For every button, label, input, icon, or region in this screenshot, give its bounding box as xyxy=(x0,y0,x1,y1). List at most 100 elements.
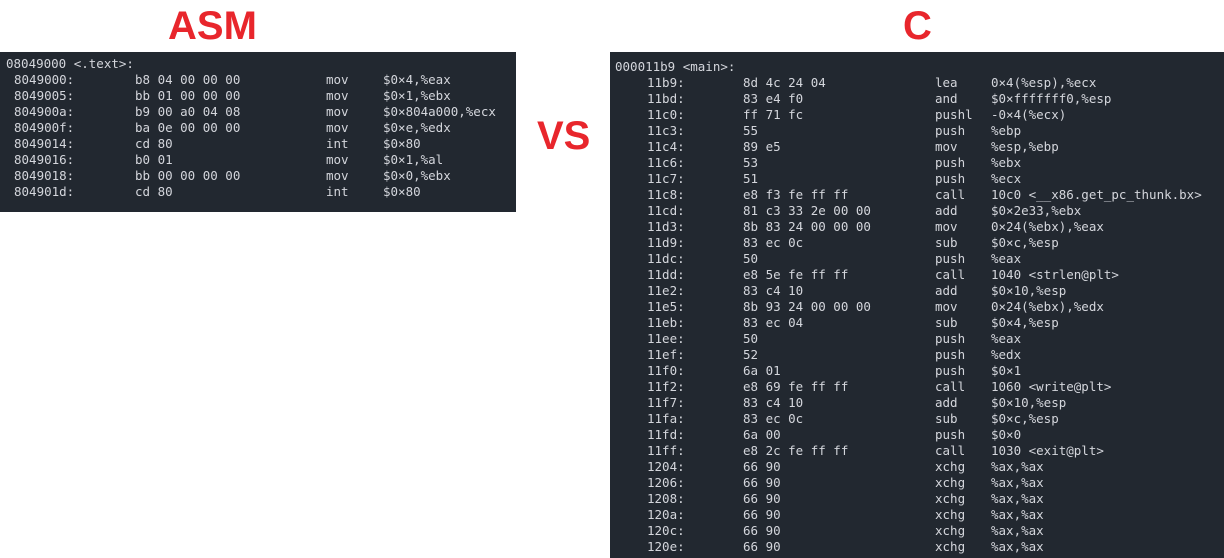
instruction-operands: 0×24(%ebx),%edx xyxy=(991,299,1104,314)
instruction-mnemonic: sub xyxy=(935,235,958,250)
instruction-row: 1206: 66 90 xchg %ax,%ax xyxy=(610,475,1224,491)
instruction-row: 804901d: cd 80 int $0×80 xyxy=(0,184,516,200)
instruction-mnemonic: mov xyxy=(935,299,958,314)
instruction-mnemonic: push xyxy=(935,251,966,266)
instruction-operands: 0×24(%ebx),%eax xyxy=(991,219,1104,234)
instruction-operands: $0×804a000,%ecx xyxy=(383,104,496,119)
instruction-address: 11ef: xyxy=(647,347,685,362)
instruction-bytes: 6a 00 xyxy=(743,427,781,442)
instruction-row: 11e5: 8b 93 24 00 00 00 mov 0×24(%ebx),%… xyxy=(610,299,1224,315)
instruction-mnemonic: int xyxy=(326,136,349,151)
instruction-bytes: bb 00 00 00 00 xyxy=(135,168,241,183)
instruction-bytes: ff 71 fc xyxy=(743,107,804,122)
instruction-operands: $0×0,%ebx xyxy=(383,168,451,183)
instruction-row: 11c0: ff 71 fc pushl -0×4(%ecx) xyxy=(610,107,1224,123)
instruction-row: 8049018: bb 00 00 00 00 mov $0×0,%ebx xyxy=(0,168,516,184)
instruction-row: 11f7: 83 c4 10 add $0×10,%esp xyxy=(610,395,1224,411)
instruction-operands: $0×c,%esp xyxy=(991,411,1059,426)
instruction-mnemonic: xchg xyxy=(935,507,966,522)
instruction-row: 11cd: 81 c3 33 2e 00 00 add $0×2e33,%ebx xyxy=(610,203,1224,219)
instruction-operands: 10c0 <__x86.get_pc_thunk.bx> xyxy=(991,187,1202,202)
instruction-bytes: 83 e4 f0 xyxy=(743,91,804,106)
instruction-row: 1208: 66 90 xchg %ax,%ax xyxy=(610,491,1224,507)
instruction-row: 11ef: 52 push %edx xyxy=(610,347,1224,363)
instruction-bytes: bb 01 00 00 00 xyxy=(135,88,241,103)
instruction-address: 11c0: xyxy=(647,107,685,122)
instruction-row: 8049005: bb 01 00 00 00 mov $0×1,%ebx xyxy=(0,88,516,104)
instruction-row: 8049000: b8 04 00 00 00 mov $0×4,%eax xyxy=(0,72,516,88)
instruction-operands: %ax,%ax xyxy=(991,539,1044,554)
instruction-bytes: 83 ec 0c xyxy=(743,235,804,250)
instruction-address: 11fd: xyxy=(647,427,685,442)
instruction-mnemonic: mov xyxy=(326,152,349,167)
instruction-address: 1206: xyxy=(647,475,685,490)
instruction-address: 804900f: xyxy=(14,120,75,135)
instruction-bytes: 89 e5 xyxy=(743,139,781,154)
instruction-mnemonic: add xyxy=(935,395,958,410)
c-heading: C xyxy=(903,4,932,48)
instruction-bytes: b9 00 a0 04 08 xyxy=(135,104,241,119)
instruction-address: 11e5: xyxy=(647,299,685,314)
instruction-operands: $0×10,%esp xyxy=(991,283,1067,298)
instruction-bytes: e8 69 fe ff ff xyxy=(743,379,849,394)
instruction-address: 8049016: xyxy=(14,152,75,167)
instruction-mnemonic: push xyxy=(935,363,966,378)
instruction-mnemonic: push xyxy=(935,171,966,186)
instruction-bytes: 83 ec 04 xyxy=(743,315,804,330)
instruction-operands: %ebp xyxy=(991,123,1022,138)
instruction-address: 11ff: xyxy=(647,443,685,458)
instruction-bytes: 66 90 xyxy=(743,507,781,522)
instruction-row: 120e: 66 90 xchg %ax,%ax xyxy=(610,539,1224,555)
instruction-bytes: e8 5e fe ff ff xyxy=(743,267,849,282)
asm-heading: ASM xyxy=(168,4,257,48)
instruction-operands: $0×fffffff0,%esp xyxy=(991,91,1112,106)
instruction-bytes: 50 xyxy=(743,331,759,346)
instruction-address: 11c7: xyxy=(647,171,685,186)
instruction-address: 11eb: xyxy=(647,315,685,330)
instruction-address: 11fa: xyxy=(647,411,685,426)
instruction-row: 8049016: b0 01 mov $0×1,%al xyxy=(0,152,516,168)
instruction-operands: %ax,%ax xyxy=(991,475,1044,490)
instruction-bytes: e8 2c fe ff ff xyxy=(743,443,849,458)
instruction-operands: %eax xyxy=(991,331,1022,346)
instruction-row: 11c8: e8 f3 fe ff ff call 10c0 <__x86.ge… xyxy=(610,187,1224,203)
instruction-operands: $0×4,%esp xyxy=(991,315,1059,330)
instruction-operands: $0×1,%al xyxy=(383,152,444,167)
instruction-mnemonic: push xyxy=(935,123,966,138)
instruction-row: 11eb: 83 ec 04 sub $0×4,%esp xyxy=(610,315,1224,331)
instruction-bytes: 8b 83 24 00 00 00 xyxy=(743,219,871,234)
instruction-address: 11e2: xyxy=(647,283,685,298)
instruction-address: 120a: xyxy=(647,507,685,522)
instruction-mnemonic: sub xyxy=(935,411,958,426)
instruction-bytes: b0 01 xyxy=(135,152,173,167)
instruction-address: 8049005: xyxy=(14,88,75,103)
instruction-address: 11dc: xyxy=(647,251,685,266)
instruction-row: 804900f: ba 0e 00 00 00 mov $0×e,%edx xyxy=(0,120,516,136)
instruction-bytes: 83 ec 0c xyxy=(743,411,804,426)
instruction-operands: %ecx xyxy=(991,171,1022,186)
instruction-row: 11dd: e8 5e fe ff ff call 1040 <strlen@p… xyxy=(610,267,1224,283)
instruction-row: 11c6: 53 push %ebx xyxy=(610,155,1224,171)
instruction-bytes: 66 90 xyxy=(743,523,781,538)
instruction-mnemonic: mov xyxy=(935,219,958,234)
instruction-address: 11bd: xyxy=(647,91,685,106)
instruction-operands: $0×e,%edx xyxy=(383,120,451,135)
instruction-operands: -0×4(%ecx) xyxy=(991,107,1067,122)
instruction-bytes: cd 80 xyxy=(135,184,173,199)
instruction-bytes: 8d 4c 24 04 xyxy=(743,75,826,90)
instruction-row: 11fd: 6a 00 push $0×0 xyxy=(610,427,1224,443)
instruction-bytes: 8b 93 24 00 00 00 xyxy=(743,299,871,314)
instruction-address: 8049018: xyxy=(14,168,75,183)
asm-section-label: 08049000 <.text>: xyxy=(6,56,134,71)
instruction-mnemonic: xchg xyxy=(935,523,966,538)
instruction-operands: $0×4,%eax xyxy=(383,72,451,87)
instruction-operands: %esp,%ebp xyxy=(991,139,1059,154)
instruction-operands: %eax xyxy=(991,251,1022,266)
instruction-mnemonic: mov xyxy=(935,139,958,154)
instruction-mnemonic: pushl xyxy=(935,107,973,122)
instruction-address: 11f7: xyxy=(647,395,685,410)
instruction-operands: $0×0 xyxy=(991,427,1022,442)
instruction-mnemonic: call xyxy=(935,187,966,202)
instruction-address: 11cd: xyxy=(647,203,685,218)
instruction-address: 11c4: xyxy=(647,139,685,154)
